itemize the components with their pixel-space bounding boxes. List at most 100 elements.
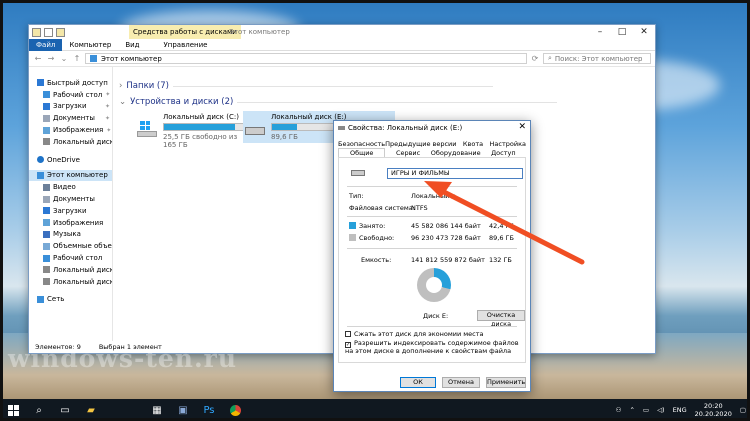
search-placeholder: Поиск: Этот компьютер — [554, 54, 643, 63]
tab-customize[interactable]: Настройка — [490, 140, 526, 148]
pin-icon: ✦ — [104, 102, 110, 110]
task-view-icon[interactable]: ▭ — [52, 399, 78, 421]
calculator-icon[interactable]: ▦ — [144, 399, 170, 421]
nav-item-local-disk[interactable]: Локальный диск — [29, 136, 112, 148]
ok-button[interactable]: ОК — [400, 377, 436, 388]
cancel-button[interactable]: Отмена — [442, 377, 480, 388]
language-indicator[interactable]: ENG — [673, 406, 687, 414]
photoshop-icon[interactable]: Ps — [196, 399, 222, 421]
pin-icon: ✦ — [105, 91, 111, 99]
folder-icon[interactable] — [32, 27, 41, 37]
computer-icon — [90, 55, 97, 62]
nav-item-pictures[interactable]: Изображения ✦ — [29, 124, 112, 136]
search-icon[interactable]: ⌕ — [26, 399, 52, 421]
clock[interactable]: 20:20 20.20.2020 — [695, 402, 732, 418]
disk-cleanup-button[interactable]: Очистка диска — [477, 310, 525, 328]
people-icon[interactable]: ⚇ — [616, 406, 622, 414]
nav-item-drive-e[interactable]: Локальный диск (E — [29, 276, 112, 288]
desktop-icon — [43, 254, 50, 262]
drive-free: 25,5 ГБ свободно из 165 ГБ — [163, 133, 238, 149]
start-button[interactable] — [0, 399, 26, 421]
nav-quick-access[interactable]: Быстрый доступ — [29, 77, 112, 89]
nav-item-pictures-pc[interactable]: Изображения — [29, 217, 112, 229]
chevron-up-icon[interactable]: ⌃ — [629, 406, 634, 414]
download-icon — [43, 207, 50, 215]
tab-hardware[interactable]: Оборудование — [431, 149, 481, 157]
download-icon — [43, 102, 50, 110]
compress-option[interactable]: Сжать этот диск для экономии места — [345, 330, 525, 338]
refresh-icon[interactable]: ⟳ — [530, 54, 540, 63]
used-bytes: 45 582 086 144 байт — [411, 222, 481, 230]
pin-icon: ✦ — [104, 114, 110, 122]
clock-date: 20.20.2020 — [694, 410, 732, 418]
drive-icon — [43, 138, 50, 146]
tab-previous-versions[interactable]: Предыдущие версии — [385, 140, 456, 148]
drive-c-tile[interactable]: Локальный диск (C:) 25,5 ГБ свободно из … — [135, 111, 251, 151]
capacity-bytes: 141 812 559 872 байт — [411, 256, 485, 264]
nav-item-drive-c[interactable]: Локальный диск (C — [29, 264, 112, 276]
properties-icon[interactable] — [44, 27, 53, 37]
close-button[interactable]: ✕ — [633, 25, 655, 39]
network-icon — [37, 295, 44, 303]
tab-manage[interactable]: Управление — [157, 39, 215, 51]
tab-sharing[interactable]: Доступ — [481, 149, 526, 157]
tab-quota[interactable]: Квота — [457, 140, 490, 148]
tab-computer[interactable]: Компьютер — [62, 39, 118, 51]
chevron-down-icon[interactable]: ⌄ — [59, 54, 69, 63]
maximize-button[interactable]: □ — [611, 25, 633, 39]
video-icon — [43, 183, 50, 191]
cloud-icon — [37, 156, 44, 164]
group-folders[interactable]: › Папки (7) — [119, 81, 493, 91]
nav-item-music[interactable]: Музыка — [29, 229, 112, 241]
address-text: Этот компьютер — [101, 54, 162, 63]
nav-item-documents[interactable]: Документы ✦ — [29, 112, 112, 124]
tab-file[interactable]: Файл — [29, 38, 63, 51]
general-panel: ИГРЫ И ФИЛЬМЫ Тип: Локальный д Файловая … — [338, 157, 526, 363]
address-bar[interactable]: Этот компьютер — [85, 53, 527, 64]
close-button[interactable]: ✕ — [518, 122, 526, 132]
nav-onedrive[interactable]: OneDrive — [29, 154, 112, 166]
drive-name-input[interactable]: ИГРЫ И ФИЛЬМЫ — [387, 168, 523, 179]
nav-item-downloads-pc[interactable]: Загрузки — [29, 205, 112, 217]
chevron-down-icon: ⌄ — [119, 97, 127, 107]
tab-security[interactable]: Безопасность — [338, 140, 385, 148]
nav-this-pc[interactable]: Этот компьютер — [29, 169, 112, 182]
nav-item-3d-objects[interactable]: Объемные объекты — [29, 240, 112, 252]
compress-checkbox[interactable] — [345, 331, 351, 337]
index-option[interactable]: ✓ Разрешить индексировать содержимое файл… — [345, 340, 525, 355]
drive-icon — [351, 170, 365, 176]
new-folder-icon[interactable] — [56, 27, 65, 37]
type-value: Локальный д — [411, 192, 456, 200]
used-row: Занято: — [349, 222, 385, 230]
nav-item-video[interactable]: Видео — [29, 181, 112, 193]
file-explorer-icon[interactable]: ▰ — [78, 399, 104, 421]
notifications-icon[interactable]: ▢ — [740, 406, 746, 414]
forward-arrow-icon[interactable]: → — [46, 54, 56, 63]
nav-item-desktop[interactable]: Рабочий стол ✦ — [29, 89, 112, 101]
dialog-tabs: Безопасность Предыдущие версии Квота Нас… — [334, 135, 530, 157]
document-icon — [43, 195, 50, 203]
up-arrow-icon[interactable]: ↑ — [72, 54, 82, 63]
nav-item-desktop-pc[interactable]: Рабочий стол — [29, 252, 112, 264]
back-arrow-icon[interactable]: ← — [33, 54, 43, 63]
nav-item-downloads[interactable]: Загрузки ✦ — [29, 101, 112, 113]
save-icon[interactable]: ▣ — [170, 399, 196, 421]
tab-tools[interactable]: Сервис — [385, 149, 430, 157]
network-icon[interactable]: ▭ — [643, 406, 649, 414]
apply-button[interactable]: Применить — [486, 377, 526, 388]
nav-item-documents-pc[interactable]: Документы — [29, 193, 112, 205]
nav-network[interactable]: Сеть — [29, 294, 112, 306]
watermark: windows-ten.ru — [8, 344, 238, 373]
volume-icon[interactable]: ◁) — [657, 406, 665, 414]
group-devices[interactable]: ⌄ Устройства и диски (2) — [119, 97, 558, 107]
minimize-button[interactable]: – — [589, 25, 611, 39]
drive-name: Локальный диск (C:) — [163, 113, 239, 121]
tab-view[interactable]: Вид — [118, 39, 146, 51]
chrome-icon[interactable] — [222, 399, 248, 421]
free-row: Свободно: — [349, 234, 394, 242]
title-bar: Средства работы с дисками Этот компьютер… — [29, 25, 655, 39]
computer-icon — [37, 171, 44, 179]
search-input[interactable]: ⌕ Поиск: Этот компьютер — [543, 53, 651, 64]
window-title: Этот компьютер — [229, 28, 290, 36]
tab-general[interactable]: Общие — [338, 148, 386, 157]
